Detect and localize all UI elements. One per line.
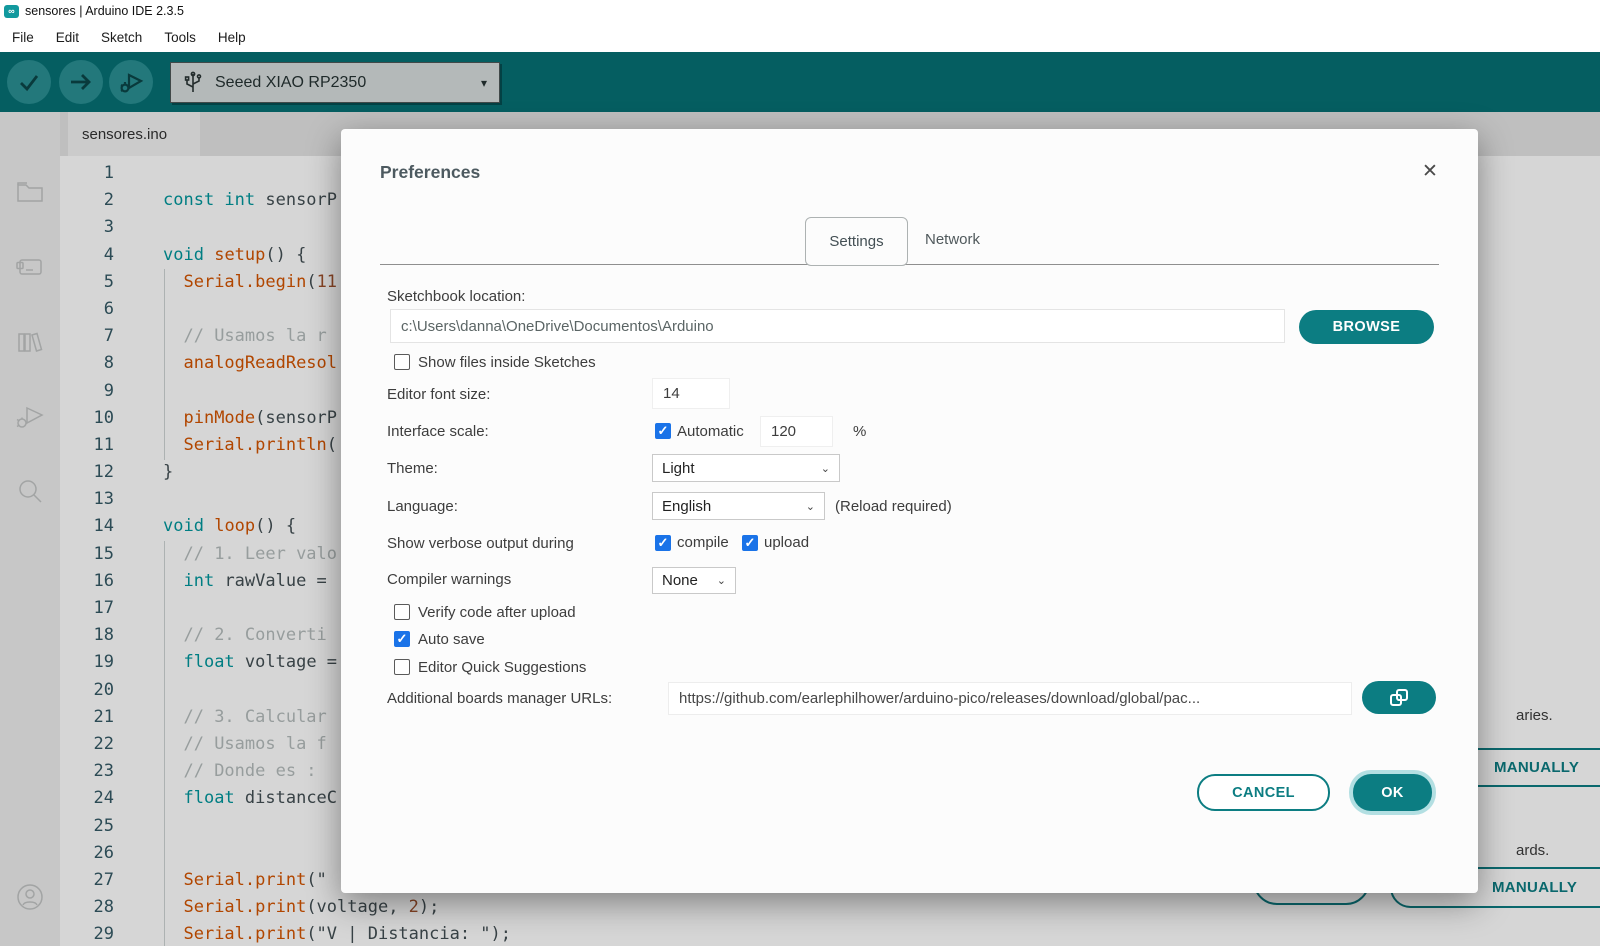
boards-urls-expand-button[interactable] bbox=[1362, 681, 1436, 714]
automatic-scale-label: Automatic bbox=[677, 423, 744, 440]
menu-file[interactable]: File bbox=[1, 22, 45, 52]
tab-settings[interactable]: Settings bbox=[805, 217, 908, 266]
close-icon[interactable]: ✕ bbox=[1417, 159, 1443, 185]
verbose-output-label: Show verbose output during bbox=[387, 535, 574, 552]
cancel-button[interactable]: CANCEL bbox=[1197, 774, 1330, 811]
reload-required-note: (Reload required) bbox=[835, 498, 952, 515]
compiler-warnings-label: Compiler warnings bbox=[387, 571, 512, 588]
sketchbook-location-input[interactable]: c:\Users\danna\OneDrive\Documentos\Ardui… bbox=[390, 309, 1285, 343]
menu-tools[interactable]: Tools bbox=[153, 22, 207, 52]
verbose-compile-checkbox[interactable] bbox=[655, 535, 671, 551]
interface-scale-label: Interface scale: bbox=[387, 423, 489, 440]
verbose-upload-label: upload bbox=[764, 534, 810, 551]
tabs-divider bbox=[380, 217, 1439, 265]
verbose-compile-label: compile bbox=[677, 534, 729, 551]
menu-help[interactable]: Help bbox=[207, 22, 257, 52]
theme-select[interactable]: Light ⌄ bbox=[652, 454, 840, 482]
boards-urls-input[interactable]: https://github.com/earlephilhower/arduin… bbox=[668, 682, 1352, 715]
preferences-dialog: Preferences ✕ Settings Network Sketchboo… bbox=[341, 129, 1478, 893]
window-title: sensores | Arduino IDE 2.3.5 bbox=[25, 4, 184, 18]
arduino-ide-window: ∞ sensores | Arduino IDE 2.3.5 File Edit S… bbox=[0, 0, 1600, 946]
auto-save-label: Auto save bbox=[418, 631, 485, 648]
arduino-logo-icon: ∞ bbox=[4, 4, 19, 18]
verify-after-upload-checkbox[interactable] bbox=[394, 604, 410, 620]
compiler-warnings-select[interactable]: None ⌄ bbox=[652, 567, 736, 594]
quick-suggestions-label: Editor Quick Suggestions bbox=[418, 659, 587, 676]
dialog-title: Preferences bbox=[380, 162, 481, 182]
quick-suggestions-checkbox[interactable] bbox=[394, 659, 410, 675]
open-window-icon bbox=[1390, 688, 1408, 706]
show-files-checkbox[interactable] bbox=[394, 354, 410, 370]
automatic-scale-checkbox[interactable] bbox=[655, 423, 671, 439]
tab-network[interactable]: Network bbox=[925, 231, 980, 248]
font-size-input[interactable]: 14 bbox=[652, 378, 730, 409]
verify-after-upload-label: Verify code after upload bbox=[418, 604, 576, 621]
menubar: File Edit Sketch Tools Help bbox=[0, 22, 1600, 52]
ok-button[interactable]: OK bbox=[1353, 774, 1432, 811]
chevron-down-icon: ⌄ bbox=[805, 500, 815, 513]
chevron-down-icon: ⌄ bbox=[716, 575, 726, 587]
browse-button[interactable]: BROWSE bbox=[1299, 310, 1434, 344]
chevron-down-icon: ⌄ bbox=[820, 462, 830, 475]
font-size-label: Editor font size: bbox=[387, 386, 491, 403]
verbose-upload-checkbox[interactable] bbox=[742, 535, 758, 551]
menu-edit[interactable]: Edit bbox=[45, 22, 90, 52]
menu-sketch[interactable]: Sketch bbox=[90, 22, 153, 52]
titlebar: ∞ sensores | Arduino IDE 2.3.5 bbox=[0, 0, 1600, 22]
language-select[interactable]: English ⌄ bbox=[652, 492, 825, 520]
percent-label: % bbox=[853, 423, 867, 440]
show-files-label: Show files inside Sketches bbox=[418, 354, 596, 371]
language-label: Language: bbox=[387, 498, 458, 515]
auto-save-checkbox[interactable] bbox=[394, 631, 410, 647]
interface-scale-input[interactable]: 120 bbox=[760, 416, 833, 447]
theme-label: Theme: bbox=[387, 460, 438, 477]
boards-urls-label: Additional boards manager URLs: bbox=[387, 690, 613, 707]
sketchbook-location-label: Sketchbook location: bbox=[387, 288, 526, 305]
